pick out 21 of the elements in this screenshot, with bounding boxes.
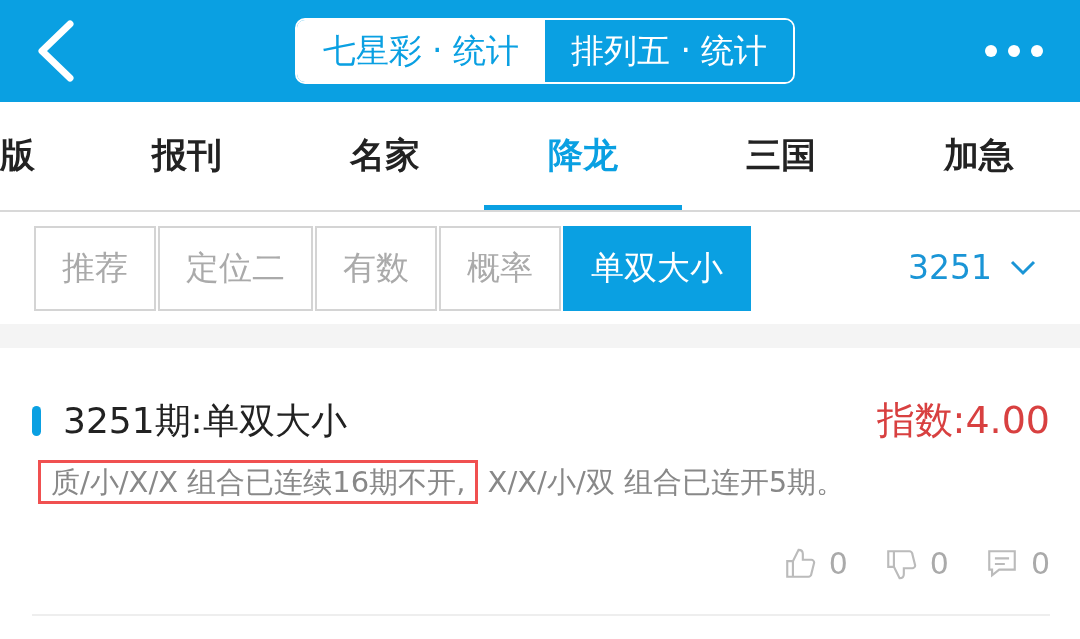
category-tab[interactable]: 三国 <box>682 102 880 210</box>
filter-chip[interactable]: 定位二 <box>158 225 313 311</box>
category-tab[interactable]: 降龙 <box>484 102 682 210</box>
filter-chip[interactable]: 有数 <box>315 225 437 311</box>
more-icon[interactable] <box>984 44 1044 58</box>
accent-bar <box>32 405 41 436</box>
issue-dropdown[interactable]: 3251 <box>908 243 1036 293</box>
dislike-count: 0 <box>929 545 949 583</box>
chevron-down-icon <box>1010 260 1036 276</box>
category-tab[interactable]: 报刊 <box>88 102 286 210</box>
filter-chip[interactable]: 概率 <box>439 225 561 311</box>
category-tab[interactable]: 加急 <box>880 102 1078 210</box>
segment-tab[interactable]: 七星彩 · 统计 <box>296 20 545 82</box>
comment-count: 0 <box>1030 545 1050 583</box>
filter-chip[interactable]: 推荐 <box>34 225 156 311</box>
category-tab[interactable]: 名家 <box>286 102 484 210</box>
index-value: 指数:4.00 <box>876 397 1050 444</box>
card-title: 3251期:单双大小 <box>63 398 347 443</box>
filter-chip[interactable]: 单双大小 <box>563 225 751 311</box>
back-icon[interactable] <box>36 20 76 82</box>
like-count: 0 <box>828 545 848 583</box>
